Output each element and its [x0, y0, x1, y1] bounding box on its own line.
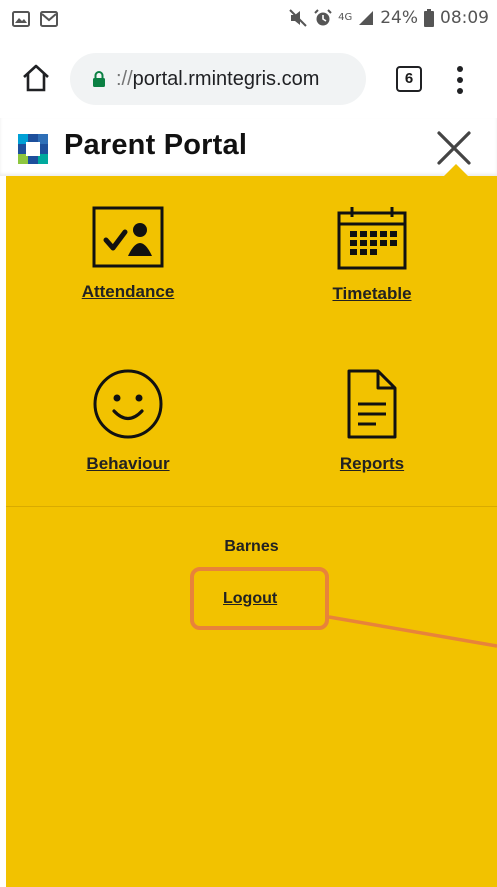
annotation-arrow: [328, 615, 497, 648]
